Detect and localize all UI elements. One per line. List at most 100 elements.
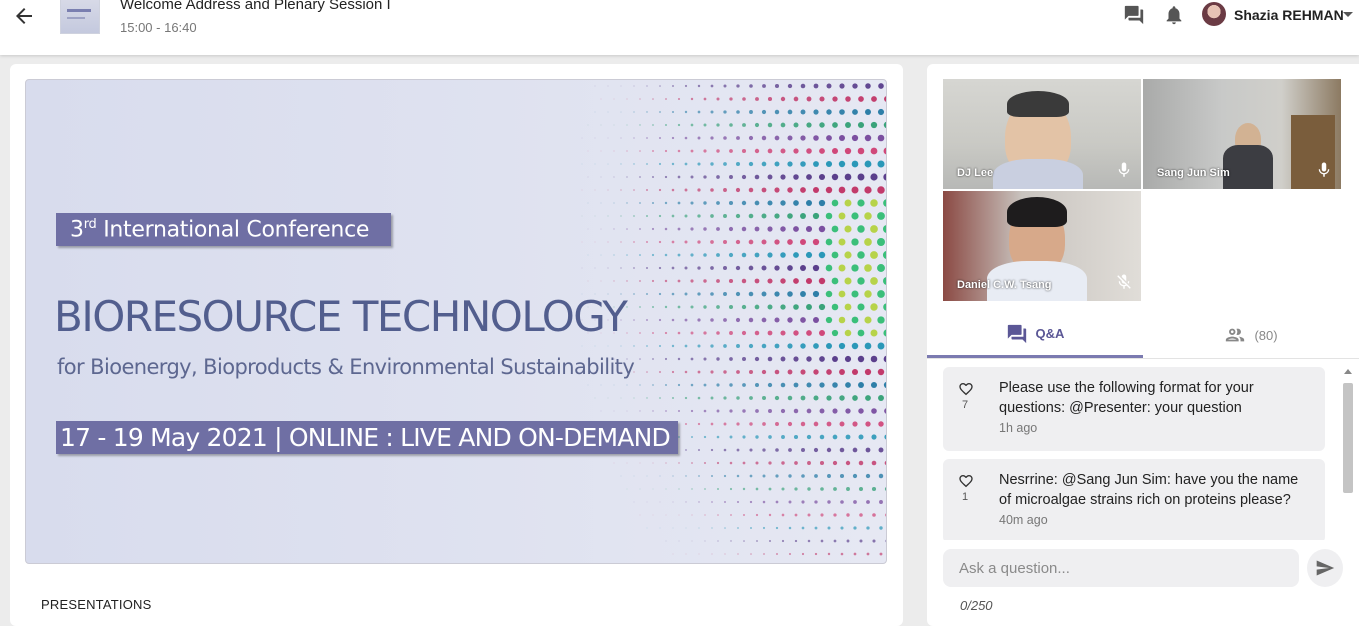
pattern-dot: [768, 513, 772, 517]
pattern-dot: [872, 513, 876, 517]
scroll-thumb[interactable]: [1343, 383, 1353, 493]
pattern-dot: [780, 382, 786, 388]
pattern-dot: [884, 96, 886, 102]
pattern-dot: [827, 500, 831, 504]
pattern-dot: [613, 462, 615, 464]
pattern-dot: [884, 487, 886, 491]
pattern-dot: [806, 304, 812, 310]
pattern-dot: [736, 136, 740, 140]
pattern-dot: [684, 344, 688, 348]
pattern-dot: [697, 318, 701, 322]
pattern-dot: [633, 85, 635, 87]
pattern-dot: [659, 85, 661, 87]
pattern-dot: [639, 150, 641, 152]
pattern-dot: [832, 434, 838, 440]
pattern-dot: [852, 83, 858, 89]
video-tile[interactable]: Sang Jun Sim: [1143, 79, 1341, 189]
pattern-dot: [697, 136, 701, 140]
pattern-dot: [882, 251, 886, 259]
tab-qa[interactable]: Q&A: [927, 312, 1143, 358]
pattern-dot: [710, 240, 714, 244]
caret-down-icon[interactable]: [1343, 12, 1353, 17]
pattern-dot: [851, 264, 859, 272]
pattern-dot: [717, 514, 719, 516]
pattern-dot: [846, 487, 850, 491]
pattern-dot: [613, 280, 615, 282]
video-tile[interactable]: Daniel C.W. Tsang: [943, 191, 1141, 301]
scroll-up-arrow[interactable]: [1344, 369, 1352, 374]
avatar[interactable]: [1202, 2, 1226, 26]
pattern-dot: [870, 277, 878, 285]
pattern-dot: [587, 228, 589, 230]
heart-icon[interactable]: [957, 473, 975, 489]
pattern-dot: [857, 199, 865, 207]
pattern-dot: [646, 215, 648, 217]
pattern-dot: [723, 292, 727, 296]
pattern-dot: [735, 265, 741, 271]
pattern-dot: [652, 514, 654, 516]
heart-icon[interactable]: [957, 381, 975, 397]
pattern-dot: [801, 500, 805, 504]
pattern-dot: [788, 448, 792, 452]
pattern-dot: [659, 501, 661, 503]
pattern-dot: [774, 83, 780, 89]
pattern-dot: [884, 408, 886, 414]
ask-question-input[interactable]: [943, 549, 1299, 587]
pattern-dot: [698, 475, 700, 477]
chat-bubbles-icon[interactable]: [1122, 4, 1146, 26]
pattern-dot: [639, 124, 641, 126]
pattern-dot: [691, 540, 693, 542]
pattern-dot: [594, 241, 596, 243]
video-tile[interactable]: DJ Lee: [943, 79, 1141, 189]
mic-on-icon: [1118, 162, 1130, 177]
pattern-dot: [659, 397, 661, 399]
pattern-dot: [832, 460, 838, 466]
pattern-dot: [716, 201, 720, 205]
pattern-dot: [865, 109, 871, 115]
pattern-dot: [600, 176, 602, 178]
pattern-dot: [870, 355, 878, 363]
send-button[interactable]: [1307, 549, 1343, 587]
pattern-dot: [857, 121, 865, 129]
user-name[interactable]: Shazia REHMAN: [1234, 7, 1344, 23]
pattern-dot: [728, 252, 734, 258]
arrow-left-icon[interactable]: [12, 4, 36, 28]
pattern-dot: [723, 136, 727, 140]
pattern-dot: [710, 266, 714, 270]
pattern-dot: [737, 527, 739, 529]
pattern-dot: [870, 251, 878, 259]
pattern-dot: [607, 137, 609, 139]
pattern-dot: [851, 186, 859, 194]
pattern-dot: [665, 514, 667, 516]
like-count: 1: [962, 491, 969, 503]
pattern-dot: [800, 291, 806, 297]
bell-icon[interactable]: [1162, 4, 1186, 26]
pattern-dot: [838, 160, 846, 168]
pattern-dot: [749, 84, 753, 88]
pattern-dot: [864, 368, 872, 376]
pattern-dot: [857, 355, 865, 363]
pattern-dot: [710, 318, 714, 322]
pattern-dot: [678, 540, 680, 542]
pattern-dot: [851, 160, 859, 168]
pattern-dot: [664, 331, 668, 335]
tab-people[interactable]: (80): [1143, 312, 1359, 358]
pattern-dot: [664, 279, 668, 283]
pattern-dot: [633, 501, 635, 503]
pattern-dot: [877, 186, 885, 194]
pattern-dot: [581, 345, 583, 347]
pattern-dot: [671, 188, 675, 192]
pattern-dot: [787, 109, 793, 115]
pattern-dot: [652, 124, 654, 126]
qa-timestamp: 40m ago: [999, 513, 1048, 527]
pattern-dot: [723, 84, 727, 88]
qa-scrollbar[interactable]: [1341, 369, 1355, 542]
pattern-dot: [587, 176, 589, 178]
pattern-dot: [819, 408, 825, 414]
pattern-dot: [845, 408, 851, 414]
pattern-dot: [780, 330, 786, 336]
pattern-dot: [780, 174, 786, 180]
pattern-dot: [825, 264, 833, 272]
pattern-dot: [877, 212, 885, 220]
pattern-dot: [735, 187, 741, 193]
